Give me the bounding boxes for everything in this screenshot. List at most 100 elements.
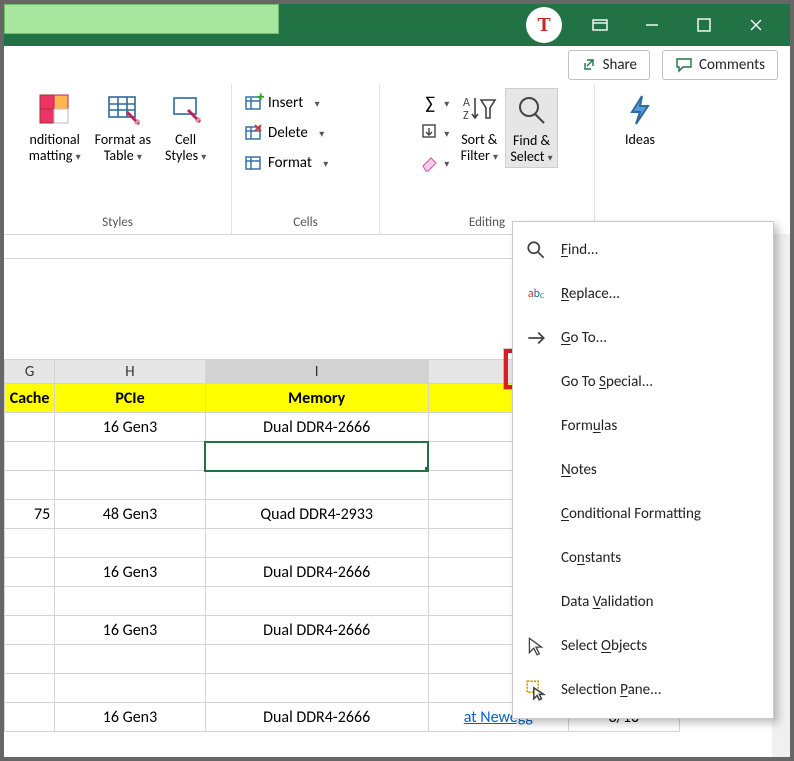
autosum-button[interactable]: ∑▾ [416, 88, 453, 118]
menu-formulas[interactable]: Formulas [513, 404, 773, 448]
cell[interactable] [5, 587, 55, 616]
ribbon-group-styles: nditionalmatting ▾ Format asTable ▾ Cell… [4, 84, 232, 234]
editing-group-label: Editing [469, 215, 505, 232]
ribbon-group-editing: ∑▾ ▾ ▾ AZ Sort &Filter ▾ Find &Select ▾ [380, 84, 595, 234]
cell[interactable] [5, 529, 55, 558]
fill-down-icon [420, 123, 440, 143]
search-icon [525, 239, 547, 261]
cell[interactable] [55, 442, 206, 471]
format-as-table-button[interactable]: Format asTable ▾ [91, 88, 155, 166]
cell[interactable]: Dual DDR4-2666 [205, 558, 428, 587]
delete-cells-icon [244, 123, 264, 143]
styles-group-label: Styles [102, 215, 133, 232]
vertical-scrollbar[interactable] [772, 234, 790, 757]
sigma-icon: ∑ [420, 93, 440, 113]
cell[interactable] [205, 645, 428, 674]
cell[interactable] [205, 529, 428, 558]
cell[interactable] [55, 529, 206, 558]
cell[interactable]: 16 Gen3 [55, 703, 206, 732]
replace-icon: abc [525, 283, 547, 305]
menu-find[interactable]: Find... [513, 228, 773, 272]
share-label: Share [603, 56, 637, 74]
cell[interactable] [5, 558, 55, 587]
share-button[interactable]: Share [568, 50, 650, 80]
sort-filter-button[interactable]: AZ Sort &Filter ▾ [455, 88, 503, 166]
maximize-icon[interactable] [678, 5, 730, 45]
close-icon[interactable] [730, 5, 782, 45]
menu-data-validation[interactable]: Data Validation [513, 580, 773, 624]
comments-label: Comments [699, 56, 765, 74]
cell[interactable]: Dual DDR4-2666 [205, 413, 428, 442]
insert-cells-icon: ✚ [244, 93, 264, 113]
cell[interactable] [5, 413, 55, 442]
ribbon-group-cells: ✚ Insert ▾ Delete ▾ Format ▾ Cells [232, 84, 380, 234]
menu-goto[interactable]: Go To... [513, 316, 773, 360]
svg-text:A: A [463, 96, 470, 110]
col-header[interactable]: I [205, 360, 428, 384]
format-as-table-icon [103, 90, 143, 130]
cell[interactable]: Dual DDR4-2666 [205, 616, 428, 645]
cell[interactable] [55, 471, 206, 500]
cell[interactable] [205, 587, 428, 616]
cell[interactable] [5, 442, 55, 471]
fill-button[interactable]: ▾ [416, 118, 453, 148]
conditional-formatting-icon [35, 90, 75, 130]
cell[interactable]: 16 Gen3 [55, 413, 206, 442]
format-cells-button[interactable]: Format ▾ [240, 148, 371, 178]
ribbon-area: Share Comments nditionalmatting ▾ [4, 46, 790, 235]
col-header[interactable]: H [55, 360, 206, 384]
cell[interactable] [5, 471, 55, 500]
insert-cells-button[interactable]: ✚ Insert ▾ [240, 88, 371, 118]
cell[interactable] [205, 442, 428, 471]
menu-notes[interactable]: Notes [513, 448, 773, 492]
cells-group-label: Cells [293, 215, 317, 232]
cell[interactable] [5, 703, 55, 732]
share-bar: Share Comments [4, 46, 790, 84]
find-select-button[interactable]: Find &Select ▾ [505, 88, 557, 168]
format-cells-icon [244, 153, 264, 173]
cell[interactable] [55, 645, 206, 674]
cell[interactable]: 75 [5, 500, 55, 529]
titlebar: T [4, 4, 790, 46]
cell[interactable] [5, 616, 55, 645]
ribbon-display-icon[interactable] [574, 5, 626, 45]
find-select-icon [512, 91, 552, 131]
cell[interactable] [55, 587, 206, 616]
col-header[interactable]: G [5, 360, 55, 384]
menu-replace[interactable]: abc Replace... [513, 272, 773, 316]
minimize-icon[interactable] [626, 5, 678, 45]
delete-cells-button[interactable]: Delete ▾ [240, 118, 371, 148]
cell[interactable] [205, 471, 428, 500]
sort-filter-icon: AZ [459, 90, 499, 130]
menu-goto-special[interactable]: Go To Special... [513, 360, 773, 404]
selection-pane-icon [525, 679, 547, 701]
app-logo: T [526, 7, 562, 43]
cell[interactable]: 16 Gen3 [55, 616, 206, 645]
title-edit-highlight[interactable] [4, 4, 279, 34]
comments-button[interactable]: Comments [662, 50, 778, 80]
cell-styles-button[interactable]: CellStyles ▾ [161, 88, 210, 166]
cell[interactable] [5, 645, 55, 674]
clear-button[interactable]: ▾ [416, 148, 453, 178]
svg-text:Z: Z [463, 109, 469, 123]
svg-text:✚: ✚ [257, 93, 264, 103]
conditional-formatting-button[interactable]: nditionalmatting ▾ [25, 88, 85, 166]
cell[interactable]: 16 Gen3 [55, 558, 206, 587]
cell[interactable] [55, 674, 206, 703]
cell[interactable] [205, 674, 428, 703]
arrow-right-icon [525, 327, 547, 349]
menu-select-objects[interactable]: Select Objects [513, 624, 773, 668]
find-select-menu: Find... abc Replace... Go To... Go To Sp… [512, 221, 774, 719]
cursor-icon [525, 635, 547, 657]
menu-selection-pane[interactable]: Selection Pane... [513, 668, 773, 712]
ribbon: nditionalmatting ▾ Format asTable ▾ Cell… [4, 84, 790, 234]
menu-constants[interactable]: Constants [513, 536, 773, 580]
ribbon-group-ideas: Ideas [595, 84, 685, 234]
cell[interactable]: 48 Gen3 [55, 500, 206, 529]
cell[interactable]: Dual DDR4-2666 [205, 703, 428, 732]
ideas-button[interactable]: Ideas [616, 88, 664, 150]
menu-conditional-formatting[interactable]: Conditional Formatting [513, 492, 773, 536]
lightning-icon [620, 90, 660, 130]
cell[interactable]: Quad DDR4-2933 [205, 500, 428, 529]
cell[interactable] [5, 674, 55, 703]
